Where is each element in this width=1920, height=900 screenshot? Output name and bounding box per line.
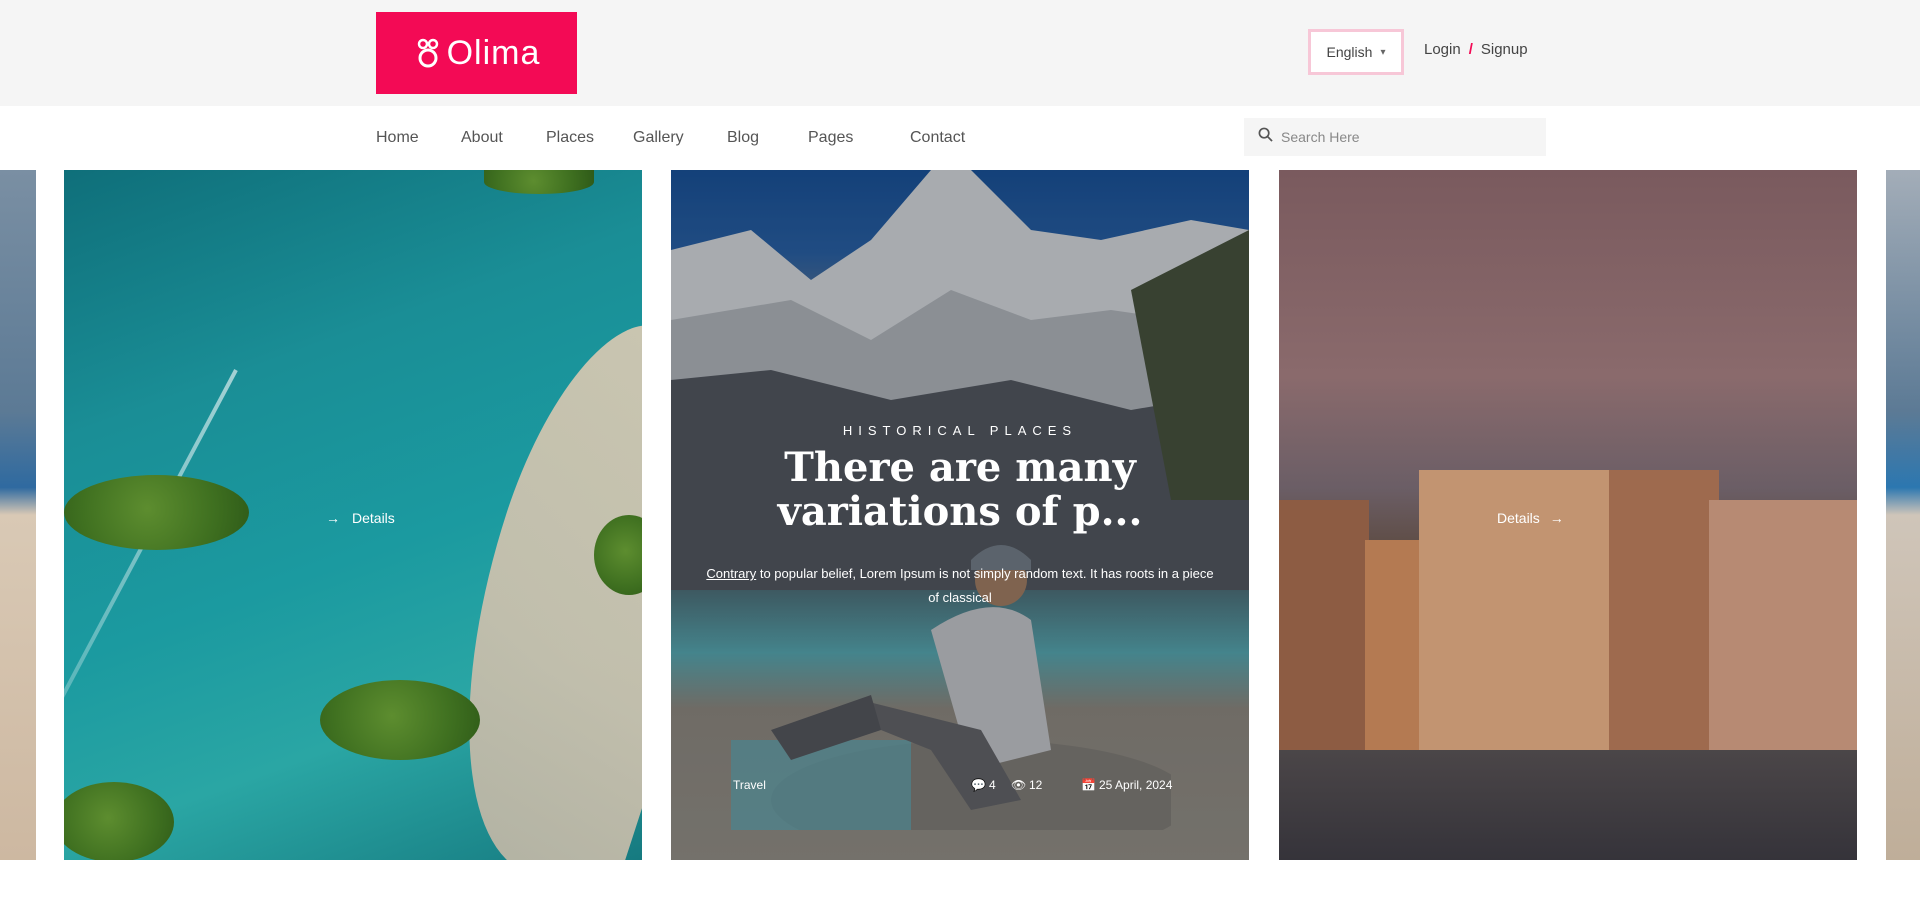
search-icon	[1258, 127, 1281, 147]
main-nav: Home About Places Gallery Blog Pages Con…	[0, 106, 1920, 170]
slide-lagoon[interactable]: → Details	[64, 170, 642, 860]
login-link[interactable]: Login	[1424, 41, 1461, 58]
flower-icon	[413, 36, 443, 70]
auth-links: Login / Signup	[1424, 41, 1528, 58]
post-category[interactable]: HISTORICAL PLACES	[671, 423, 1249, 438]
meta-category[interactable]: Travel	[733, 778, 766, 792]
arrow-right-icon: →	[326, 510, 340, 526]
auth-separator: /	[1468, 41, 1473, 58]
island-image	[64, 475, 249, 550]
arrow-right-icon: →	[1549, 510, 1564, 526]
excerpt-text: to popular belief, Lorem Ipsum is not si…	[759, 566, 1214, 605]
meta-date: 25 April, 2024	[1099, 778, 1173, 792]
comment-icon: 💬	[971, 778, 986, 792]
meta-comments: 4	[989, 778, 996, 792]
building-image	[1279, 500, 1369, 770]
slide-details-link[interactable]: Details →	[1497, 510, 1564, 526]
eye-icon: 👁	[1011, 778, 1027, 792]
slide-partial-right[interactable]	[1886, 170, 1920, 860]
building-image	[1609, 470, 1719, 770]
meta-views: 12	[1029, 778, 1043, 792]
chevron-down-icon: ▾	[1380, 46, 1386, 58]
slide-featured[interactable]: HISTORICAL PLACES There are many variati…	[671, 170, 1249, 860]
search-input[interactable]	[1281, 129, 1521, 145]
nav-home[interactable]: Home	[376, 129, 419, 147]
post-excerpt: Contrary to popular belief, Lorem Ipsum …	[701, 562, 1219, 610]
nav-blog[interactable]: Blog	[727, 129, 759, 147]
post-title[interactable]: There are many variations of p...	[701, 446, 1219, 534]
island-image	[64, 782, 174, 860]
search-box[interactable]	[1244, 118, 1546, 156]
building-image	[1709, 500, 1857, 770]
nav-about[interactable]: About	[461, 129, 503, 147]
calendar-icon: 📅	[1081, 778, 1096, 792]
boat-wake-image	[64, 369, 238, 831]
canal-image	[1279, 750, 1857, 860]
slide-details-link[interactable]: → Details	[326, 510, 395, 526]
slide-venice[interactable]: Details →	[1279, 170, 1857, 860]
top-header: Olima English ▾ Login / Signup	[0, 0, 1920, 106]
nav-contact[interactable]: Contact	[910, 129, 965, 147]
slide-partial-left[interactable]	[0, 170, 36, 860]
island-image	[320, 680, 480, 760]
island-image	[484, 170, 594, 194]
nav-places[interactable]: Places	[546, 129, 594, 147]
excerpt-link[interactable]: Contrary	[706, 566, 756, 581]
language-value: English	[1326, 44, 1373, 60]
nav-pages[interactable]: Pages	[808, 129, 853, 147]
language-select[interactable]: English ▾	[1308, 29, 1404, 75]
logo-text: Olima	[446, 33, 541, 72]
site-logo[interactable]: Olima	[376, 12, 577, 94]
building-image	[1365, 540, 1425, 770]
nav-gallery[interactable]: Gallery	[633, 129, 684, 147]
signup-link[interactable]: Signup	[1481, 41, 1528, 58]
